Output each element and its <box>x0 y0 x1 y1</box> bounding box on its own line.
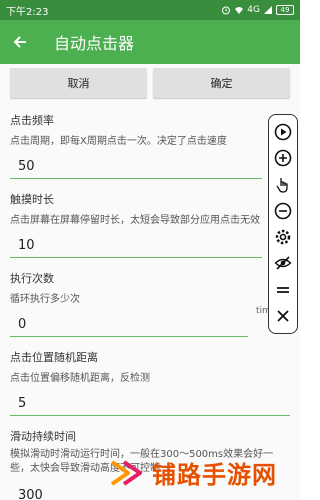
close-icon[interactable] <box>272 305 294 327</box>
touch-duration-input[interactable]: 10 <box>10 232 262 258</box>
wifi-icon <box>235 7 244 14</box>
page-title: 自动点击器 <box>54 34 135 53</box>
section-title: 滑动持续时间 <box>10 430 76 443</box>
cancel-button[interactable]: 取消 <box>10 68 147 98</box>
alarm-icon <box>222 6 231 15</box>
click-frequency-input[interactable]: 50 <box>10 153 262 179</box>
watermark-text: 铺路手游网 <box>152 461 277 489</box>
section-touch-duration: 触摸时长 点击屏幕在屏幕停留时长，太短会导致部分应用点击无效 10 <box>0 191 300 258</box>
run-count-input[interactable]: 0 <box>10 311 248 337</box>
section-title: 点击频率 <box>10 114 54 127</box>
random-offset-input[interactable]: 5 <box>10 390 290 416</box>
section-title: 点击位置随机距离 <box>10 351 98 364</box>
hide-icon[interactable] <box>272 252 294 274</box>
network-type: 4G <box>247 5 260 15</box>
settings-icon[interactable] <box>272 226 294 248</box>
status-indicators: 4G 49 <box>221 5 294 15</box>
section-title: 执行次数 <box>10 272 54 285</box>
action-buttons: 取消 确定 <box>0 64 300 98</box>
status-bar: 下午2:23 4G 49 <box>0 0 300 20</box>
floating-toolbar <box>268 114 298 334</box>
section-click-frequency: 点击频率 点击周期，即每X周期点击一次。决定了点击速度 50 <box>0 112 300 179</box>
remove-icon[interactable] <box>272 200 294 222</box>
section-desc: 点击屏幕在屏幕停留时长，太短会导致部分应用点击无效 <box>10 215 260 226</box>
drag-handle-icon[interactable] <box>272 279 294 301</box>
play-icon[interactable] <box>272 121 294 143</box>
confirm-button[interactable]: 确定 <box>153 68 290 98</box>
signal-icon <box>264 6 272 14</box>
section-title: 触摸时长 <box>10 193 54 206</box>
status-time: 下午2:23 <box>6 6 49 18</box>
section-desc: 点击周期，即每X周期点击一次。决定了点击速度 <box>10 136 227 147</box>
add-icon[interactable] <box>272 147 294 169</box>
section-random-offset: 点击位置随机距离 点击位置偏移随机距离，反检测 5 <box>0 349 300 416</box>
watermark-logo-icon <box>110 459 142 486</box>
section-run-count: 执行次数 循环执行多少次 0 <box>0 270 300 337</box>
battery-indicator: 49 <box>276 5 294 15</box>
watermark: 铺路手游网 <box>110 455 277 490</box>
arrow-left-icon <box>13 36 26 48</box>
settings-content[interactable]: 取消 确定 点击频率 点击周期，即每X周期点击一次。决定了点击速度 50 触摸时… <box>0 64 300 500</box>
section-desc: 点击位置偏移随机距离，反检测 <box>10 373 150 384</box>
tap-gesture-icon[interactable] <box>272 174 294 196</box>
section-desc: 循环执行多少次 <box>10 294 80 305</box>
app-bar: 自动点击器 <box>0 20 300 64</box>
back-button[interactable] <box>0 20 40 64</box>
